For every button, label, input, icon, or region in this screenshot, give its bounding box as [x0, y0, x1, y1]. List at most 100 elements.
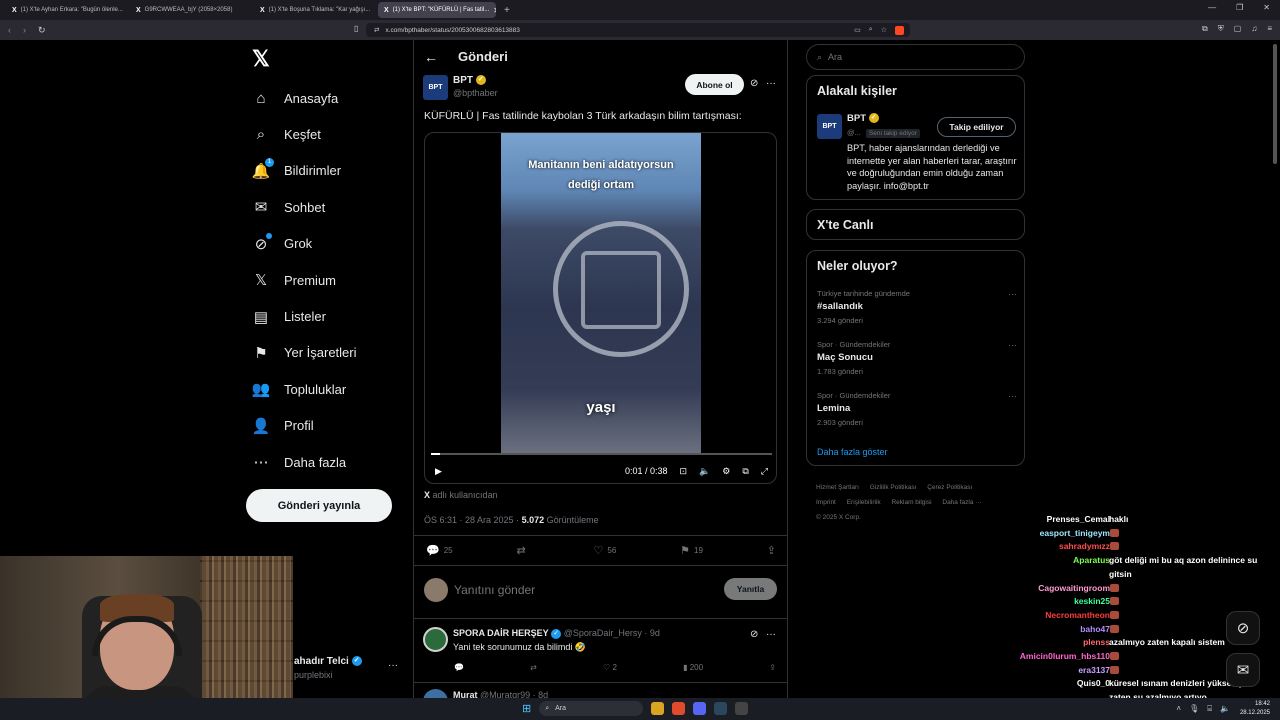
mic-icon[interactable]: 🎙 [1189, 704, 1199, 714]
volume-icon[interactable]: 🔈 [699, 466, 710, 477]
more-icon[interactable]: ··· [1008, 391, 1017, 401]
comment-author[interactable]: SPORA DAİR HERŞEY ✓ @SporaDair_Hersy · 9… [453, 628, 660, 639]
nav-item-bookmarks[interactable]: ⚑ Yer İşaretleri [252, 335, 356, 371]
share-icon[interactable]: ⇪ [769, 663, 776, 672]
chat-username[interactable]: keskin25 [1074, 596, 1110, 606]
footer-link[interactable]: Çerez Politikası [927, 484, 972, 491]
browser-tab[interactable]: X (1) X'te Boşuna Tıklama: "Kar yağışı... [254, 2, 372, 18]
chat-username[interactable]: Quis0_0 [1077, 678, 1110, 688]
volume-icon[interactable]: 🔈 [1220, 704, 1230, 714]
nav-item-grok[interactable]: ⊘ Grok [252, 226, 357, 262]
retweet-action[interactable]: ⇄ [516, 544, 529, 557]
footer-link[interactable]: Reklam bilgisi [891, 499, 931, 506]
maximize-icon[interactable]: ❐ [1236, 3, 1243, 12]
views-action[interactable]: ▮ 200 [683, 663, 703, 672]
footer-link[interactable]: Daha fazla ··· [942, 499, 981, 506]
scrollbar[interactable] [1273, 44, 1277, 164]
footer-link[interactable]: Hizmet Şartları [816, 484, 859, 491]
captions-icon[interactable]: ⊡ [680, 466, 688, 477]
nav-item-home[interactable]: ⌂ Anasayfa [252, 80, 357, 116]
post-button[interactable]: Gönderi yayınla [246, 489, 392, 522]
new-tab-icon[interactable]: + [504, 5, 510, 16]
steam-icon[interactable] [714, 702, 728, 715]
nav-item-profile[interactable]: 👤 Profil [252, 408, 357, 444]
music-icon[interactable]: ♫ [1251, 24, 1257, 34]
like-action[interactable]: ♡ 56 [594, 544, 617, 557]
chat-username[interactable]: easport_tinigeym [1040, 528, 1110, 538]
show-more-link[interactable]: Daha fazla göster [817, 447, 888, 457]
chat-username[interactable]: Cagowaitingroom [1038, 583, 1110, 593]
reply-button[interactable]: Yanıtla [724, 578, 777, 600]
more-icon[interactable]: ··· [766, 629, 776, 640]
bookmark-action[interactable]: ⚑ 19 [680, 544, 703, 557]
chat-username[interactable]: sahradymızz [1059, 541, 1110, 551]
brave-shield-icon[interactable] [895, 25, 904, 35]
like-action[interactable]: ♡ 2 [603, 663, 617, 672]
close-tab-icon[interactable]: ✕ [493, 6, 496, 15]
shield-icon[interactable]: ⛨ [1218, 24, 1224, 34]
address-bar[interactable]: ⇄ x.com/bpthaber/status/2005300682803613… [366, 23, 910, 37]
trend-item[interactable]: Spor · Gündemdekiler Lemina 2.903 gönder… [817, 391, 1017, 427]
minimize-icon[interactable]: — [1208, 3, 1216, 12]
obs-icon[interactable] [735, 702, 749, 715]
menu-icon[interactable]: ≡ [1267, 24, 1272, 34]
footer-link[interactable]: Erişilebilirlik [847, 499, 881, 506]
network-icon[interactable]: ⌸ [1207, 704, 1212, 714]
forward-icon[interactable]: › [23, 25, 26, 36]
bookmark-icon[interactable]: ▯ [354, 24, 358, 33]
nav-item-messages[interactable]: ✉ Sohbet [252, 189, 357, 225]
video-player[interactable]: Manitanın beni aldatıyorsun dediği ortam… [424, 132, 777, 484]
discord-icon[interactable] [693, 702, 707, 715]
nav-item-explore[interactable]: ⌕ Keşfet [252, 116, 357, 152]
chat-username[interactable]: era3137 [1078, 665, 1110, 675]
chevron-up-icon[interactable]: ˄ [1176, 704, 1181, 714]
fullscreen-icon[interactable]: ⤢ [761, 466, 768, 477]
browser-tab[interactable]: X (1) X'te Ayhan Erkara: "Bugün ölenle... [6, 2, 124, 18]
chat-username[interactable]: baho47 [1080, 624, 1110, 634]
trend-item[interactable]: Spor · Gündemdekiler Maç Sonucu 1.783 gö… [817, 340, 1017, 376]
zoom-icon[interactable]: ⌕ [869, 26, 873, 35]
more-icon[interactable]: ··· [388, 660, 398, 671]
chat-username[interactable]: Aparatus [1073, 555, 1110, 565]
messages-float-icon[interactable]: ✉ [1226, 653, 1260, 687]
chat-username[interactable]: Amicin0lurum_hbs110 [1020, 651, 1110, 661]
close-window-icon[interactable]: ✕ [1263, 3, 1270, 12]
reply-input[interactable]: Yanıtını gönder [454, 583, 535, 597]
chat-username[interactable]: Prenses_Cemal [1047, 514, 1110, 524]
site-info-icon[interactable]: ⇄ [374, 26, 379, 34]
avatar[interactable]: BPT [817, 114, 842, 139]
chat-username[interactable]: plenss [1083, 637, 1110, 647]
nav-item-premium[interactable]: 𝕏 Premium [252, 262, 357, 298]
search-input[interactable]: ⌕ Ara [806, 44, 1025, 70]
footer-link[interactable]: Imprint [816, 499, 836, 506]
more-icon[interactable]: ··· [1008, 340, 1017, 350]
clock[interactable]: 18:42 28.12.2025 [1240, 700, 1270, 718]
more-icon[interactable]: ··· [1008, 289, 1017, 299]
nav-item-lists[interactable]: ▤ Listeler [252, 298, 357, 334]
share-action[interactable]: ⇪ [767, 544, 776, 557]
nav-item-notifications[interactable]: 🔔 1 Bildirimler [252, 153, 357, 189]
footer-link[interactable]: Gizlilik Politikası [870, 484, 917, 491]
grok-icon[interactable]: ⊘ [750, 78, 758, 89]
more-icon[interactable]: ··· [766, 78, 776, 89]
subscribe-button[interactable]: Abone ol [685, 74, 744, 95]
grok-icon[interactable]: ⊘ [750, 629, 758, 640]
extensions-icon[interactable]: ⧉ [1202, 24, 1208, 34]
file-explorer-icon[interactable] [651, 702, 665, 715]
x-logo-icon[interactable]: 𝕏 [252, 46, 270, 72]
avatar[interactable] [423, 627, 448, 652]
profile-name[interactable]: ahadır Telci ✓ [294, 656, 362, 667]
reload-icon[interactable]: ↻ [38, 25, 46, 36]
back-arrow-icon[interactable]: ← [424, 49, 438, 65]
following-button[interactable]: Takip ediliyor [937, 117, 1016, 137]
trend-item[interactable]: Türkiye tarihinde gündemde #sallandık 3.… [817, 289, 1017, 325]
x-live-card[interactable]: X'te Canlı [806, 209, 1025, 240]
tweet-author-handle[interactable]: @bpthaber [453, 88, 498, 98]
star-icon[interactable]: ☆ [881, 26, 887, 35]
play-icon[interactable]: ▶ [435, 466, 442, 477]
video-progress[interactable] [431, 453, 772, 455]
reply-icon[interactable]: 💬 [454, 663, 464, 672]
settings-icon[interactable]: ⚙ [722, 466, 730, 477]
grok-float-icon[interactable]: ⊘ [1226, 611, 1260, 645]
nav-item-communities[interactable]: 👥 Topluluklar [252, 371, 357, 407]
